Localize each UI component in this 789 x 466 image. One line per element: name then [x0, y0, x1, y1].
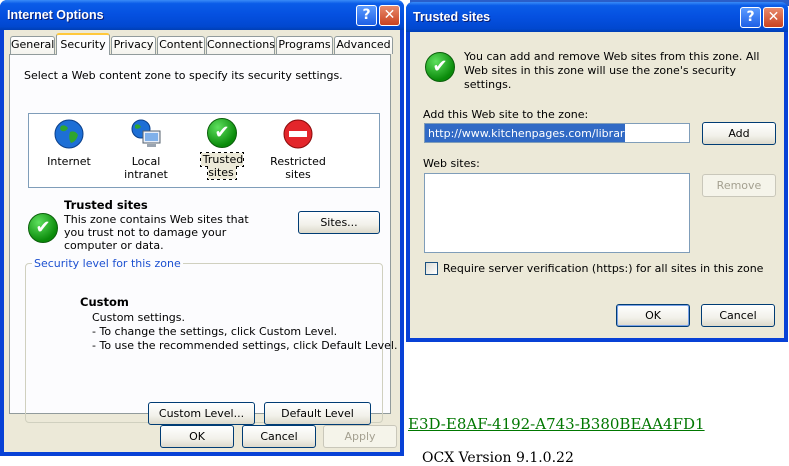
trusted-sites-client: You can add and remove Web sites from th… [410, 32, 784, 338]
require-verification-checkbox[interactable] [425, 262, 438, 275]
trusted-info-text: You can add and remove Web sites from th… [464, 50, 760, 91]
internet-options-titlebar: Internet Options [0, 0, 404, 30]
tab-programs[interactable]: Programs [276, 36, 333, 54]
local-intranet-icon [131, 119, 161, 147]
level-title: Custom [80, 295, 129, 309]
window-title: Internet Options [7, 8, 104, 22]
zone-label-internet: Internet [47, 155, 91, 168]
guid-link[interactable]: E3D-E8AF-4192-A743-B380BEAA4FD1 [408, 415, 705, 433]
zone-label-trusted-sites: Trusted sites [199, 152, 245, 180]
remove-button[interactable]: Remove [702, 174, 776, 197]
security-level-label: Security level for this zone [32, 257, 183, 270]
internet-options-client: General Security Privacy Content Connect… [4, 30, 400, 452]
trusted-sites-icon [207, 118, 237, 148]
tab-security[interactable]: Security [56, 33, 110, 55]
internet-options-window: Internet Options ? ✕ General Security Pr… [0, 0, 404, 456]
apply-button[interactable]: Apply [323, 425, 397, 448]
trusted-info-check-icon [425, 52, 455, 82]
trusted-sites-window: Trusted sites ? ✕ You can add and remove… [406, 2, 788, 342]
trusted-sites-title: Trusted sites [413, 10, 491, 24]
add-site-label: Add this Web site to the zone: [423, 108, 589, 121]
level-line-3: - To use the recommended settings, click… [92, 339, 398, 352]
sites-button[interactable]: Sites... [298, 211, 380, 234]
trusted-cancel-button[interactable]: Cancel [701, 304, 775, 327]
ok-button[interactable]: OK [160, 425, 234, 448]
zone-description: This zone contains Web sites that you tr… [64, 213, 249, 252]
help-button[interactable]: ? [356, 5, 377, 26]
security-tab-panel: Select a Web content zone to specify its… [9, 54, 397, 425]
websites-label: Web sites: [423, 157, 480, 170]
trusted-help-button[interactable]: ? [740, 7, 761, 28]
tab-advanced[interactable]: Advanced [334, 36, 393, 54]
zone-trusted-sites[interactable]: Trusted sites [189, 118, 255, 180]
add-site-input[interactable] [424, 123, 690, 143]
ocx-version-text: OCX Version 9.1.0.22 [422, 450, 574, 466]
tab-privacy[interactable]: Privacy [111, 36, 156, 54]
restricted-sites-icon [283, 119, 313, 149]
trusted-sites-titlebar: Trusted sites [406, 2, 788, 32]
zone-instruction: Select a Web content zone to specify its… [24, 69, 343, 82]
trusted-ok-button[interactable]: OK [616, 304, 690, 327]
zone-list: Internet Local intranet Trusted sites [28, 113, 380, 188]
zone-label-restricted-sites: Restricted sites [270, 155, 326, 181]
websites-list[interactable] [424, 173, 690, 253]
custom-level-button[interactable]: Custom Level... [148, 402, 255, 425]
cancel-button[interactable]: Cancel [242, 425, 316, 448]
zone-local-intranet[interactable]: Local intranet [111, 118, 181, 181]
zone-title: Trusted sites [64, 198, 148, 212]
level-line-1: Custom settings. [92, 311, 186, 324]
tab-content[interactable]: Content [157, 36, 205, 54]
zone-label-local-intranet: Local intranet [124, 155, 168, 181]
zone-check-icon [28, 213, 58, 243]
zone-restricted-sites[interactable]: Restricted sites [267, 118, 329, 181]
trusted-close-button[interactable]: ✕ [763, 7, 784, 28]
tab-connections[interactable]: Connections [206, 36, 275, 54]
add-button[interactable]: Add [702, 122, 776, 145]
tab-general[interactable]: General [10, 36, 55, 54]
close-button[interactable]: ✕ [379, 5, 400, 26]
globe-icon [54, 119, 84, 149]
default-level-button[interactable]: Default Level [264, 402, 371, 425]
level-line-2: - To change the settings, click Custom L… [92, 325, 338, 338]
zone-internet[interactable]: Internet [39, 118, 99, 168]
require-verification-label[interactable]: Require server verification (https:) for… [443, 262, 763, 275]
